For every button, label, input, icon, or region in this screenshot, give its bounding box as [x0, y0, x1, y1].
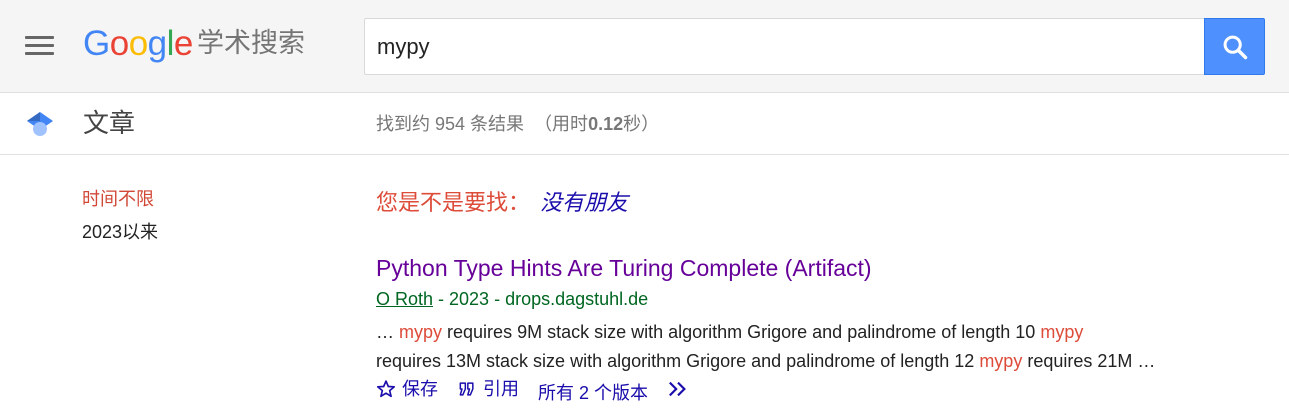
logo-letter: G [83, 24, 110, 63]
all-versions-link[interactable]: 所有 2 个版本 [538, 381, 648, 405]
snippet-part: requires 21M … [1022, 351, 1156, 371]
double-chevron-icon [669, 381, 686, 397]
logo-letter: o [109, 24, 129, 63]
stats-time-close: 秒） [623, 114, 660, 134]
result-stats: 找到约 954 条结果 （用时0.12秒） [376, 113, 659, 135]
snippet-highlight: mypy [399, 322, 443, 342]
save-button[interactable]: 保存 [376, 377, 438, 401]
cite-button[interactable]: 引用 [457, 377, 519, 401]
search-box[interactable] [364, 18, 1205, 75]
star-icon [377, 380, 395, 398]
logo-letter: e [173, 24, 193, 63]
did-you-mean-suggestion[interactable]: 没有朋友 [540, 190, 628, 215]
filter-any-time[interactable]: 时间不限 [82, 188, 154, 210]
result-actions: 保存 引用 所有 2 个版本 [376, 377, 709, 405]
snippet-part: requires 9M stack size with algorithm Gr… [442, 322, 1041, 342]
did-you-mean-label: 您是不是要找： [376, 190, 531, 215]
header-bar: Google 学术搜索 [0, 0, 1289, 93]
scholar-cap-icon [27, 112, 53, 136]
google-logo[interactable]: Google [83, 22, 193, 66]
menu-icon[interactable] [25, 36, 54, 56]
result-author-link[interactable]: O Roth [376, 289, 433, 309]
section-title[interactable]: 文章 [83, 108, 135, 140]
stats-time-open: （用时 [534, 114, 589, 134]
stats-time-value: 0.12 [588, 114, 624, 134]
result-meta-source: - 2023 - drops.dagstuhl.de [433, 289, 649, 309]
filter-since-2023[interactable]: 2023以来 [82, 221, 158, 243]
search-input[interactable] [377, 33, 1177, 61]
cite-label: 引用 [483, 379, 520, 399]
logo-letter: l [166, 24, 175, 63]
logo-letter: g [147, 24, 167, 63]
snippet-part: requires 13M stack size with algorithm G… [376, 351, 980, 371]
search-icon [1223, 35, 1247, 59]
quote-icon [459, 382, 474, 396]
result-snippet: … mypy requires 9M stack size with algor… [376, 318, 1256, 376]
logo-scholar-text: 学术搜索 [197, 28, 305, 59]
did-you-mean: 您是不是要找： 没有朋友 [376, 189, 628, 217]
snippet-part: … [376, 322, 400, 342]
search-button[interactable] [1204, 18, 1265, 75]
logo-letter: o [128, 24, 148, 63]
result-meta: O Roth - 2023 - drops.dagstuhl.de [376, 288, 648, 310]
save-label: 保存 [402, 379, 438, 399]
snippet-highlight: mypy [1040, 322, 1084, 342]
stats-count: 找到约 954 条结果 [376, 114, 525, 134]
subheader-bar: 文章 找到约 954 条结果 （用时0.12秒） [0, 93, 1289, 155]
more-button[interactable] [667, 379, 695, 399]
snippet-highlight: mypy [979, 351, 1023, 371]
result-title-link[interactable]: Python Type Hints Are Turing Complete (A… [376, 254, 872, 282]
